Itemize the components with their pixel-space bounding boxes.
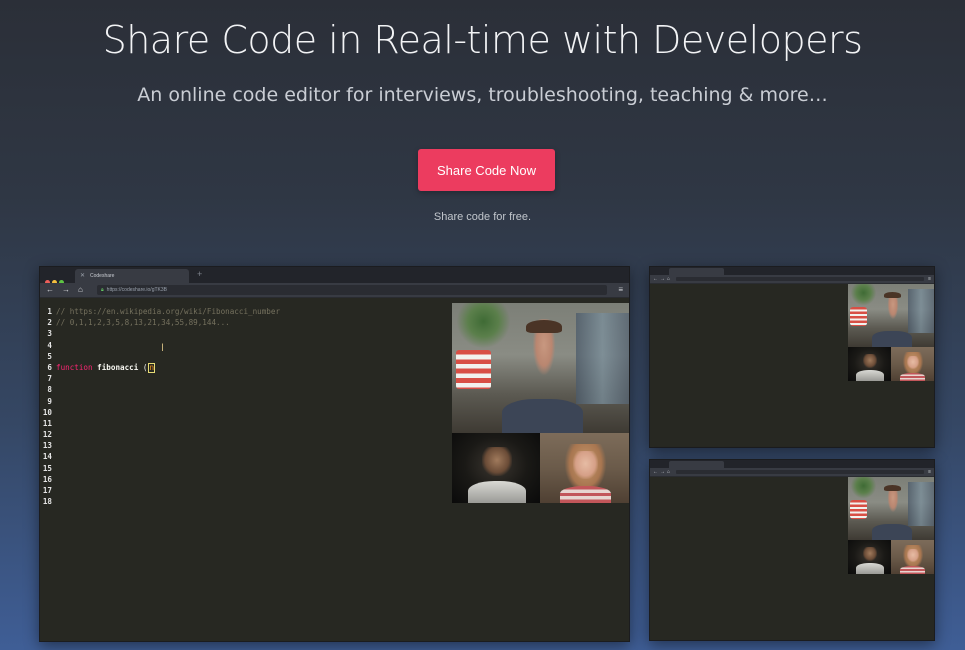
function-name: fibonacci	[97, 362, 139, 372]
code-line[interactable]: 18	[40, 496, 452, 507]
back-arrow-icon[interactable]: ←	[46, 285, 54, 295]
mini-url-bar	[676, 470, 924, 474]
line-number: 13	[42, 441, 52, 451]
video-feed-participant-2	[540, 433, 629, 503]
tab-title: Codeshare	[90, 273, 115, 279]
line-number: 17	[42, 486, 52, 495]
mini-menu-icon: ≡	[928, 469, 931, 475]
code-line[interactable]: 5	[40, 351, 452, 362]
code-line[interactable]: 16	[40, 474, 452, 485]
code-editor[interactable]: 1 // https://en.wikipedia.org/wiki/Fibona…	[40, 303, 452, 641]
code-line[interactable]: 8	[40, 384, 452, 395]
line-number: 6	[47, 362, 52, 372]
code-keyword: function	[56, 362, 93, 372]
line-number: 16	[42, 474, 52, 484]
mini-video-feed-participant-1	[848, 347, 891, 381]
secondary-browser-window-2: ←→⌂ ≡	[649, 459, 935, 641]
browser-tab[interactable]: ✕ Codeshare	[75, 269, 189, 283]
mini-video-feed-main	[848, 284, 934, 347]
line-number: 18	[42, 497, 52, 507]
line-number: 7	[47, 374, 52, 384]
code-line[interactable]: 14	[40, 451, 452, 462]
home-icon[interactable]: ⌂	[78, 285, 83, 295]
line-number: 12	[42, 430, 52, 440]
line-number: 5	[47, 351, 52, 361]
code-line[interactable]: 10	[40, 407, 452, 418]
mini-navbar: ←→⌂ ≡	[650, 275, 934, 284]
code-comment: // 0,1,1,2,3,5,8,13,21,34,55,89,144...	[56, 318, 230, 328]
line-number: 15	[42, 463, 52, 473]
mini-browser-tab	[669, 461, 724, 468]
mini-tabbar	[650, 267, 934, 282]
code-line[interactable]: 9	[40, 396, 452, 407]
line-number: 8	[47, 385, 52, 395]
codeshare-favicon-icon: ✕	[80, 273, 86, 279]
mini-browser-tab	[669, 268, 724, 275]
code-line[interactable]: 12	[40, 429, 452, 440]
function-argument: n	[148, 362, 156, 373]
lock-icon: 🔒︎	[101, 287, 104, 293]
free-note: Share code for free.	[433, 211, 532, 223]
line-number: 4	[47, 340, 52, 350]
code-line[interactable]: 7	[40, 373, 452, 384]
line-number: 14	[42, 452, 52, 462]
text-cursor-icon: Ⅰ	[161, 343, 164, 354]
mini-video-feed-participant-2	[891, 347, 934, 381]
code-line[interactable]: 11	[40, 418, 452, 429]
code-line[interactable]: 1 // https://en.wikipedia.org/wiki/Fibona…	[40, 306, 452, 317]
video-feed-main	[452, 303, 629, 433]
mini-video-feed-participant-2	[891, 540, 934, 574]
line-number: 11	[42, 418, 52, 428]
main-browser-window: ✕ Codeshare + ← → ⌂ 🔒︎ https://codeshare.…	[39, 266, 630, 642]
mini-url-bar	[676, 277, 924, 281]
line-number: 10	[42, 407, 52, 417]
new-tab-icon[interactable]: +	[197, 269, 202, 279]
mini-tabbar	[650, 460, 934, 475]
mini-navbar: ←→⌂ ≡	[650, 468, 934, 477]
video-feed-participant-1	[452, 433, 540, 503]
line-number: 2	[47, 318, 52, 328]
hero-title: Share Code in Real-time with Developers	[102, 18, 863, 62]
code-line[interactable]: 6 function fibonacci (n	[40, 362, 452, 373]
line-number: 9	[47, 396, 52, 406]
code-line[interactable]: 3	[40, 328, 452, 339]
code-line[interactable]: 2 // 0,1,1,2,3,5,8,13,21,34,55,89,144...	[40, 317, 452, 328]
code-comment: // https://en.wikipedia.org/wiki/Fibonac…	[56, 307, 281, 316]
line-number: 3	[47, 329, 52, 339]
line-number: 1	[47, 307, 52, 316]
open-paren: (	[142, 362, 148, 372]
url-bar[interactable]: 🔒︎ https://codeshare.io/gTK3B	[97, 285, 607, 295]
browser-navbar: ← → ⌂ 🔒︎ https://codeshare.io/gTK3B ≡	[40, 283, 629, 298]
mini-nav-icons: ←→⌂	[653, 469, 673, 475]
secondary-browser-window-1: ←→⌂ ≡	[649, 266, 935, 448]
mini-menu-icon: ≡	[928, 276, 931, 282]
url-text: https://codeshare.io/gTK3B	[106, 287, 167, 293]
mini-video-feed-participant-1	[848, 540, 891, 574]
mini-video-feed-main	[848, 477, 934, 540]
mini-nav-icons: ←→⌂	[653, 276, 673, 282]
browser-tabbar: ✕ Codeshare +	[40, 267, 629, 285]
hamburger-menu-icon[interactable]: ≡	[618, 285, 623, 295]
code-line[interactable]: 15	[40, 463, 452, 474]
code-line[interactable]: 17	[40, 485, 452, 496]
hero-subtitle: An online code editor for interviews, tr…	[137, 84, 828, 106]
code-line[interactable]: 4	[40, 340, 452, 351]
code-line[interactable]: 13	[40, 440, 452, 451]
forward-arrow-icon[interactable]: →	[62, 285, 70, 295]
share-code-now-button[interactable]: Share Code Now	[418, 149, 555, 191]
